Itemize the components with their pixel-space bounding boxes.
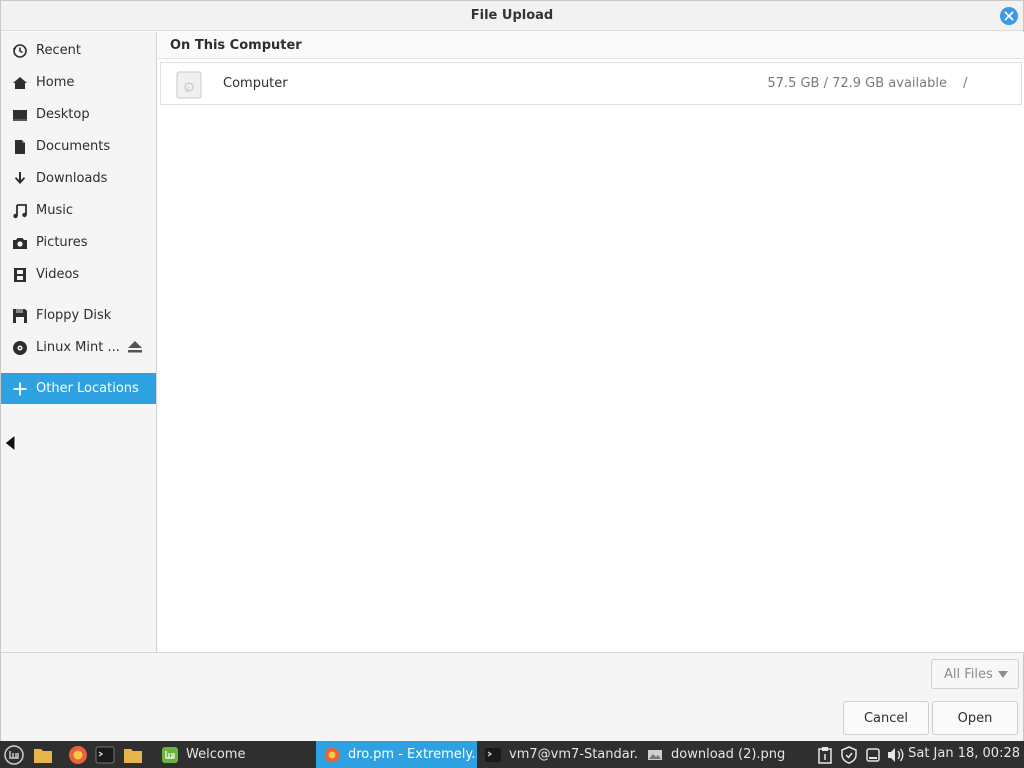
sidebar-item-recent[interactable]: Recent [1,35,156,66]
taskbar-window-image-viewer[interactable]: download (2).png [639,741,801,768]
document-icon [11,138,28,155]
sidebar-item-downloads[interactable]: Downloads [1,163,156,194]
sidebar-item-music[interactable]: Music [1,195,156,226]
mouse-pointer-icon [4,434,16,452]
sidebar-item-label: Floppy Disk [36,308,112,323]
taskbar-window-firefox[interactable]: dro.pm - Extremely... [316,741,477,768]
volume-icon[interactable] [886,745,906,765]
firefox-launcher-icon[interactable] [67,744,89,766]
film-icon [11,266,28,283]
sidebar-item-floppy-disk[interactable]: Floppy Disk [1,300,156,331]
sidebar-item-label: Other Locations [36,381,139,396]
taskbar-window-label: dro.pm - Extremely... [348,747,477,762]
taskbar-window-welcome[interactable]: Welcome [154,741,316,768]
terminal-launcher-icon[interactable] [94,744,116,766]
sidebar-item-linux-mint-disc[interactable]: Linux Mint ... [1,332,156,363]
location-path: / [963,76,968,91]
sidebar-item-label: Home [36,75,75,90]
sidebar-item-home[interactable]: Home [1,67,156,98]
desktop-icon [11,106,28,123]
sidebar-item-videos[interactable]: Videos [1,259,156,290]
plus-icon [11,380,28,397]
mint-menu-icon[interactable] [3,744,25,766]
sidebar-item-desktop[interactable]: Desktop [1,99,156,130]
taskbar-window-label: download (2).png [671,747,786,762]
shield-icon[interactable] [839,745,859,765]
places-sidebar: Recent Home Desktop Documents Downloads [1,32,157,652]
file-filter-value: All Files [944,666,993,682]
eject-icon[interactable] [127,340,143,354]
clock-icon [11,42,28,59]
floppy-icon [11,307,28,324]
file-filter-select[interactable]: All Files [931,659,1019,689]
cancel-button[interactable]: Cancel [843,701,929,735]
firefox-icon [324,747,340,762]
sidebar-item-label: Recent [36,43,81,58]
section-header: On This Computer [158,32,1024,59]
drive-icon [176,71,202,99]
close-button[interactable] [1000,7,1018,25]
close-icon [1004,11,1014,21]
sidebar-item-label: Downloads [36,171,108,186]
sidebar-item-label: Music [36,203,73,218]
taskbar-window-label: Welcome [186,747,246,762]
location-space: 57.5 GB / 72.9 GB available [767,76,947,91]
clipboard-icon[interactable] [815,745,835,765]
camera-icon [11,234,28,251]
title-bar: File Upload [1,1,1023,31]
taskbar-window-terminal[interactable]: vm7@vm7-Standar... [477,741,639,768]
sidebar-item-label: Videos [36,267,80,282]
home-icon [11,74,28,91]
disc-icon [11,339,28,356]
sidebar-item-other-locations[interactable]: Other Locations [1,373,156,404]
sidebar-item-label: Documents [36,139,111,154]
download-icon [11,170,28,187]
taskbar: Welcome dro.pm - Extremely... vm7@vm7-St… [0,741,1024,768]
sidebar-item-label: Linux Mint ... [36,340,120,355]
sidebar-item-label: Pictures [36,235,88,250]
file-upload-dialog: File Upload Recent Home Desktop Document… [0,0,1024,741]
network-icon[interactable] [863,745,883,765]
files-launcher-icon[interactable] [32,744,54,766]
terminal-icon [485,747,501,762]
dialog-footer: All Files Cancel Open [1,652,1023,741]
dialog-title: File Upload [470,8,554,23]
sidebar-item-pictures[interactable]: Pictures [1,227,156,258]
image-viewer-icon [648,749,662,760]
taskbar-window-label: vm7@vm7-Standar... [509,747,639,762]
folder-launcher-icon[interactable] [122,744,144,766]
location-name: Computer [223,76,288,91]
music-icon [11,202,28,219]
other-locations-view: On This Computer Computer 57.5 GB / 72.9… [158,32,1024,652]
mint-welcome-icon [162,746,178,763]
location-row-computer[interactable]: Computer 57.5 GB / 72.9 GB available / [160,62,1022,105]
open-button[interactable]: Open [932,701,1018,735]
chevron-down-icon [998,671,1008,678]
sidebar-item-label: Desktop [36,107,90,122]
sidebar-item-documents[interactable]: Documents [1,131,156,162]
clock[interactable]: Sat Jan 18, 00:28 [908,746,1020,761]
